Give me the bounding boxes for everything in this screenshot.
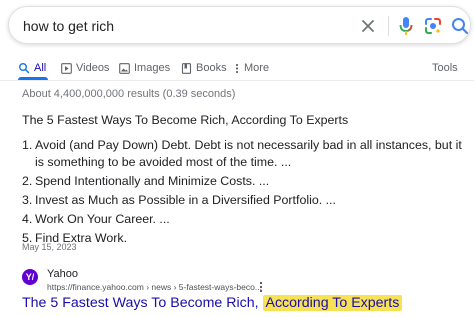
list-item-number: 2. — [22, 174, 33, 188]
favicon-text: Y/ — [25, 272, 35, 282]
google-lens-button[interactable] — [422, 15, 444, 37]
list-item-text: Work On Your Career. ... — [35, 212, 170, 226]
tab-label: Images — [134, 62, 171, 74]
list-item-number: 3. — [22, 193, 33, 207]
close-icon — [362, 20, 374, 32]
tab-label: Videos — [76, 62, 110, 74]
tools-label: Tools — [432, 62, 458, 74]
list-item-number: 1. — [22, 138, 33, 152]
list-item-text: Spend Intentionally and Minimize Costs. … — [35, 174, 270, 188]
search-tabs: All Videos Images Books More Tools — [0, 56, 474, 80]
list-item-text: Invest as Much as Possible in a Diversif… — [35, 193, 336, 207]
result-options-button[interactable] — [256, 280, 266, 293]
tab-all[interactable]: All — [18, 58, 46, 78]
tab-label: Books — [196, 62, 227, 74]
tab-books[interactable]: Books — [181, 58, 227, 78]
list-item: 1. Avoid (and Pay Down) Debt. Debt is no… — [22, 137, 462, 171]
snippet-date: May 15, 2023 — [22, 242, 77, 252]
list-item: 3. Invest as Much as Possible in a Diver… — [22, 192, 462, 209]
tab-label: All — [34, 62, 47, 74]
search-icon — [19, 63, 30, 74]
result-title-text: The 5 Fastest Ways To Become Rich, — [22, 295, 259, 311]
tab-more[interactable]: More — [234, 58, 269, 78]
more-vert-icon — [259, 281, 263, 293]
list-item: 2. Spend Intentionally and Minimize Cost… — [22, 173, 462, 190]
search-input[interactable] — [23, 17, 323, 35]
site-name[interactable]: Yahoo — [47, 268, 78, 280]
search-bar-divider — [388, 16, 389, 36]
list-item: 5. Find Extra Work. — [22, 230, 462, 247]
site-url[interactable]: https://finance.yahoo.com › news › 5-fas… — [47, 282, 262, 292]
search-submit-button[interactable] — [449, 15, 471, 37]
list-item: 4. Work On Your Career. ... — [22, 211, 462, 228]
highlighted-text: According To Experts — [262, 295, 403, 311]
list-item-text: Avoid (and Pay Down) Debt. Debt is not n… — [35, 138, 462, 169]
featured-snippet-list: 1. Avoid (and Pay Down) Debt. Debt is no… — [22, 137, 462, 249]
search-icon — [452, 18, 469, 35]
tabs-divider — [0, 80, 474, 81]
book-icon — [181, 62, 192, 74]
result-title-link[interactable]: The 5 Fastest Ways To Become Rich, Accor… — [22, 295, 403, 311]
results-stats: About 4,400,000,000 results (0.39 second… — [22, 88, 236, 100]
clear-search-button[interactable] — [358, 16, 378, 36]
image-icon — [119, 62, 130, 74]
yahoo-favicon: Y/ — [22, 269, 38, 285]
tab-videos[interactable]: Videos — [61, 58, 109, 78]
search-bar — [8, 6, 471, 44]
tools-button[interactable]: Tools — [432, 58, 458, 78]
play-icon — [61, 62, 72, 74]
tab-images[interactable]: Images — [119, 58, 170, 78]
featured-snippet-title: The 5 Fastest Ways To Become Rich, Accor… — [22, 113, 349, 127]
list-item-number: 4. — [22, 212, 33, 226]
more-vert-icon — [235, 63, 239, 73]
voice-search-button[interactable] — [396, 15, 416, 37]
list-item-text: Find Extra Work. — [35, 231, 128, 245]
microphone-icon — [399, 17, 413, 35]
google-lens-icon — [425, 18, 441, 34]
tab-label: More — [244, 62, 270, 74]
